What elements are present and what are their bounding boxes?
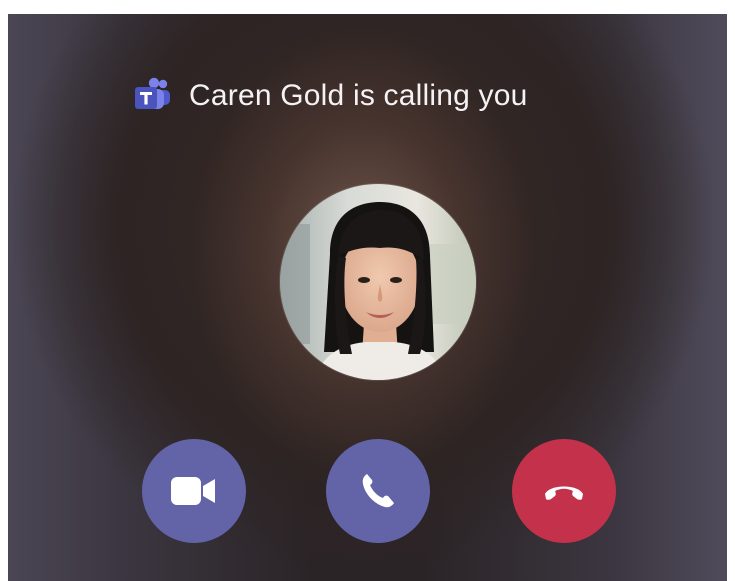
- accept-audio-button[interactable]: [326, 439, 430, 543]
- phone-icon: [362, 474, 394, 508]
- microsoft-teams-icon: [135, 77, 170, 109]
- call-header: Caren Gold is calling you: [134, 74, 528, 118]
- hang-up-icon: [545, 486, 583, 500]
- incoming-call-window: Caren Gold is calling you: [8, 14, 727, 581]
- caller-title: Caren Gold is calling you: [189, 79, 528, 112]
- decline-call-button[interactable]: [512, 439, 616, 543]
- video-camera-icon: [171, 477, 215, 505]
- accept-video-button[interactable]: [142, 439, 246, 543]
- caller-avatar: [280, 184, 476, 380]
